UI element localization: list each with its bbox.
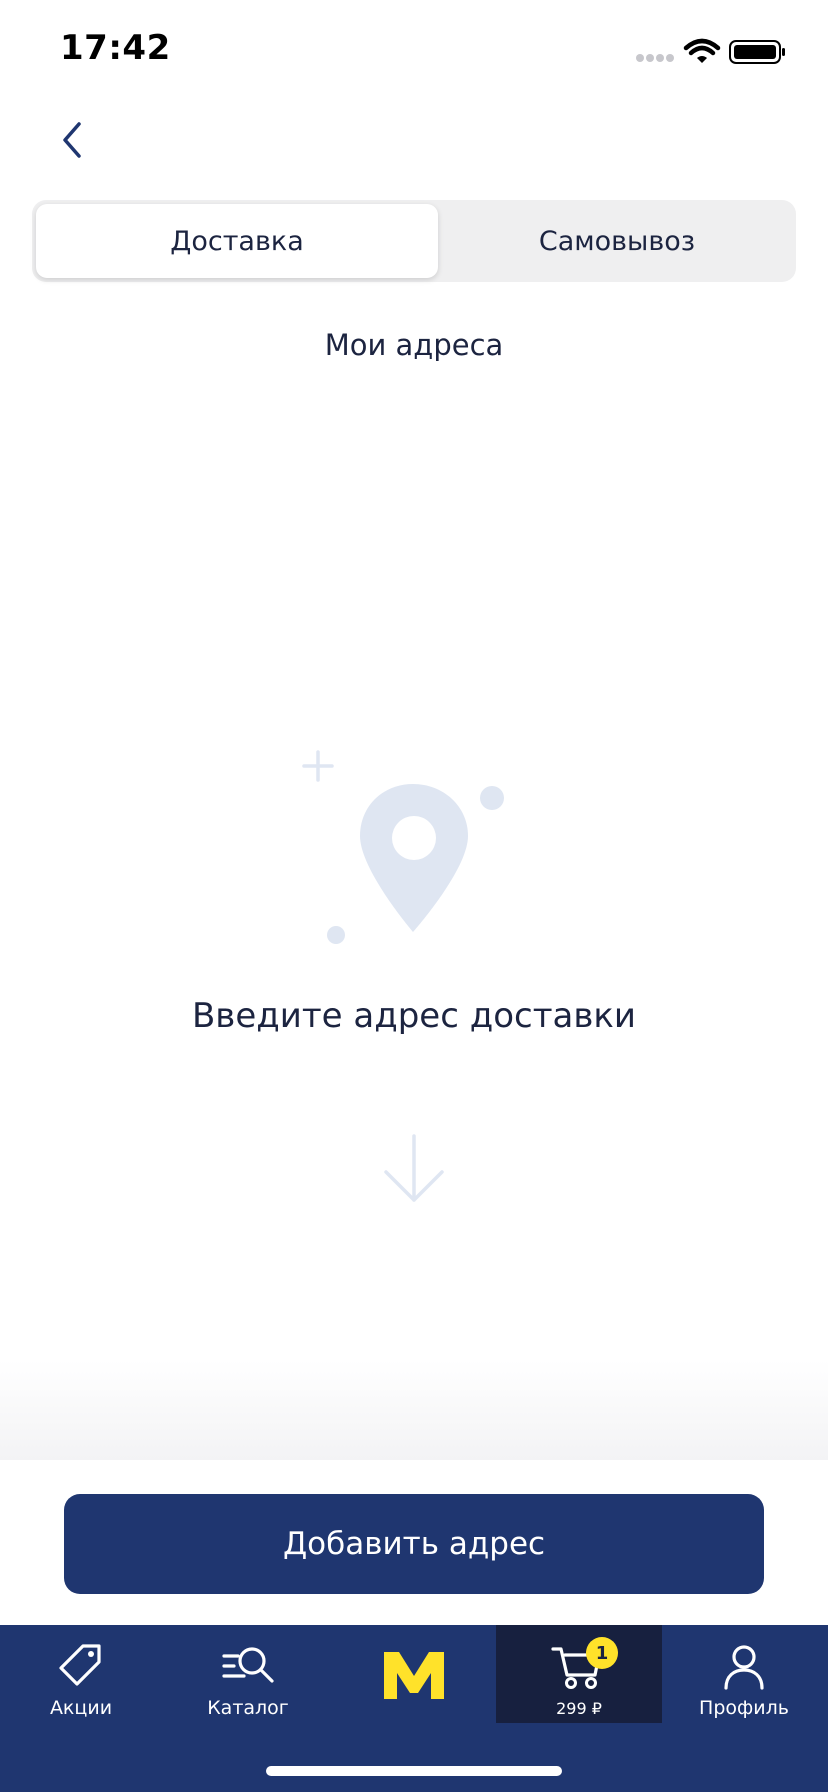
tab-label: Профиль <box>699 1697 789 1719</box>
status-time: 17:42 <box>60 28 171 68</box>
bottom-fade <box>0 1360 828 1460</box>
add-address-button[interactable]: Добавить адрес <box>64 1494 764 1594</box>
tab-catalog[interactable]: Каталог <box>196 1625 300 1725</box>
tab-promotions[interactable]: Акции <box>30 1625 132 1725</box>
tab-profile[interactable]: Профиль <box>690 1625 798 1725</box>
m-logo-icon <box>379 1647 449 1703</box>
wifi-icon <box>683 38 721 63</box>
tag-icon <box>53 1641 109 1691</box>
status-indicators-icon <box>636 38 785 64</box>
cart-count-badge: 1 <box>586 1637 618 1669</box>
battery-icon <box>729 40 785 64</box>
tab-label: Акции <box>49 1697 113 1719</box>
status-bar: 17:42 <box>0 0 828 100</box>
section-title: Мои адреса <box>324 328 504 362</box>
map-pin-icon <box>302 750 504 944</box>
empty-state-message: Введите адрес доставки <box>191 996 637 1036</box>
arrow-down-icon <box>382 1132 446 1206</box>
delivery-mode-segmented-control: Доставка Самовывоз <box>32 200 796 282</box>
home-indicator[interactable] <box>266 1766 562 1776</box>
back-button[interactable] <box>44 112 100 168</box>
tab-bar: Акции Каталог 1 299 ₽ Профиль <box>0 1625 828 1792</box>
segment-delivery[interactable]: Доставка <box>36 204 438 278</box>
tab-home-logo[interactable] <box>364 1625 464 1725</box>
user-icon <box>716 1641 772 1691</box>
action-area: Добавить адрес <box>0 1460 828 1625</box>
tab-label: Каталог <box>207 1697 289 1719</box>
segment-pickup[interactable]: Самовывоз <box>442 204 792 278</box>
empty-state-illustration <box>300 750 530 960</box>
catalog-search-icon <box>220 1641 276 1691</box>
chevron-left-icon <box>63 122 81 158</box>
tab-cart[interactable]: 1 299 ₽ <box>496 1625 662 1723</box>
status-icons <box>632 36 792 66</box>
cart-total-label: 299 ₽ <box>556 1699 602 1718</box>
